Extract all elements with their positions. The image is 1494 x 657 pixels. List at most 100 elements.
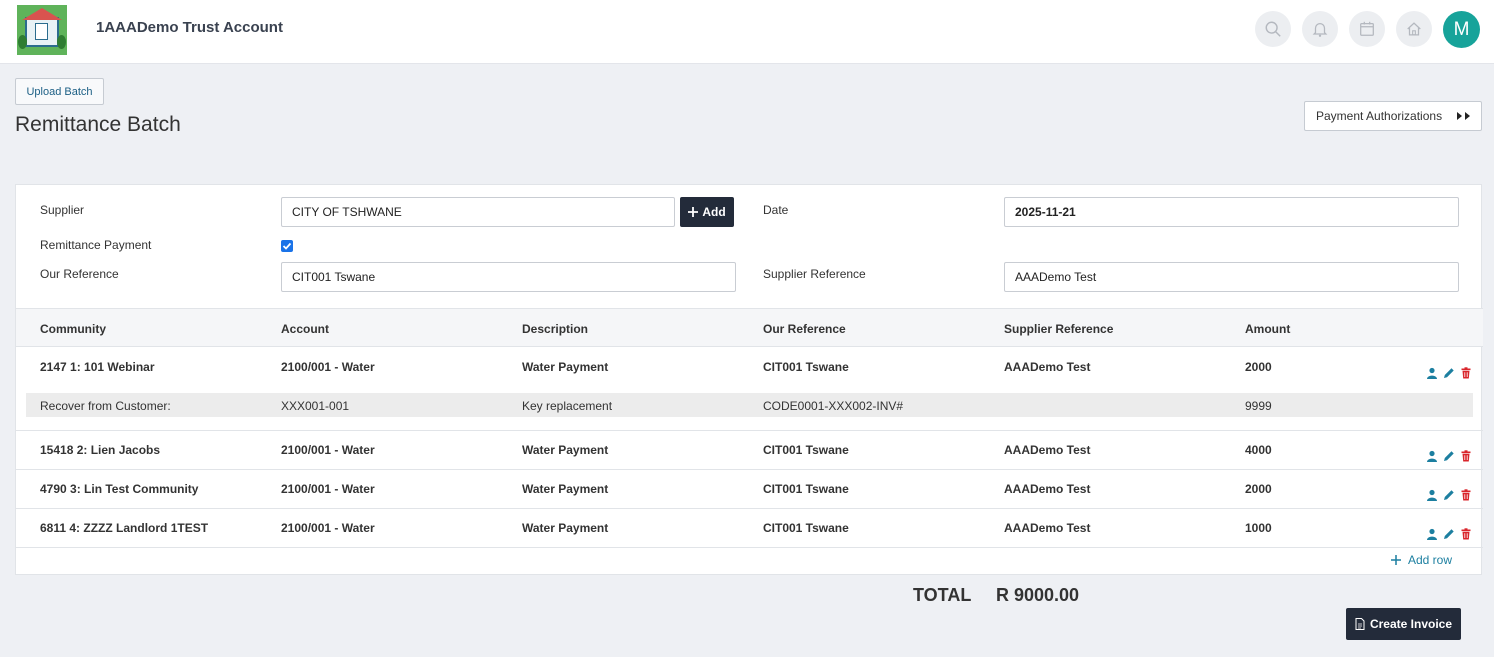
logo-document-shape bbox=[35, 23, 48, 40]
our-reference-cell: CIT001 Tswane bbox=[763, 443, 849, 457]
supplier-label: Supplier bbox=[40, 203, 85, 217]
remittance-payment-label: Remittance Payment bbox=[40, 238, 152, 252]
document-icon bbox=[1355, 618, 1365, 630]
row-actions bbox=[1426, 528, 1472, 540]
column-header: Supplier Reference bbox=[1004, 322, 1114, 336]
supplier-reference-label: Supplier Reference bbox=[763, 267, 866, 281]
our-reference-cell: CIT001 Tswane bbox=[763, 360, 849, 374]
row-actions bbox=[1426, 367, 1472, 379]
bell-icon bbox=[1312, 22, 1328, 37]
assign-customer-icon[interactable] bbox=[1426, 450, 1438, 462]
logo-leaf-shape bbox=[18, 35, 27, 49]
description-cell: Water Payment bbox=[522, 482, 609, 496]
top-bar: 1AAADemo Trust Account M bbox=[0, 0, 1494, 64]
home-button[interactable] bbox=[1396, 11, 1432, 47]
delete-trash-icon[interactable] bbox=[1460, 367, 1472, 379]
account-cell: 2100/001 - Water bbox=[281, 360, 375, 374]
calendar-icon bbox=[1360, 21, 1374, 36]
date-input[interactable]: 2025-11-21 bbox=[1004, 197, 1459, 227]
app-logo[interactable] bbox=[17, 5, 67, 55]
search-button[interactable] bbox=[1255, 11, 1291, 47]
supplier-reference-cell: AAADemo Test bbox=[1004, 443, 1091, 457]
account-cell: 2100/001 - Water bbox=[281, 521, 375, 535]
logo-leaf-shape bbox=[57, 35, 66, 49]
our-reference-label: Our Reference bbox=[40, 267, 119, 281]
delete-trash-icon[interactable] bbox=[1460, 528, 1472, 540]
calendar-button[interactable] bbox=[1349, 11, 1385, 47]
column-header: Account bbox=[281, 322, 329, 336]
page-title: Remittance Batch bbox=[15, 113, 181, 136]
supplier-reference-cell: AAADemo Test bbox=[1004, 360, 1091, 374]
plus-icon bbox=[1391, 555, 1401, 565]
app-title: 1AAADemo Trust Account bbox=[96, 19, 283, 36]
payment-authorizations-label: Payment Authorizations bbox=[1316, 109, 1443, 123]
row-actions bbox=[1426, 489, 1472, 501]
recover-label: Recover from Customer: bbox=[40, 399, 171, 413]
total-value: R 9000.00 bbox=[996, 585, 1080, 605]
add-row-label: Add row bbox=[1408, 553, 1453, 567]
community-cell: 2147 1: 101 Webinar bbox=[40, 360, 155, 374]
description-cell: Water Payment bbox=[522, 360, 609, 374]
add-supplier-label: Add bbox=[702, 205, 726, 219]
recover-description-cell: Key replacement bbox=[522, 399, 613, 413]
community-cell: 4790 3: Lin Test Community bbox=[40, 482, 199, 496]
assign-customer-icon[interactable] bbox=[1426, 528, 1438, 540]
assign-customer-icon[interactable] bbox=[1426, 489, 1438, 501]
supplier-input[interactable]: CITY OF TSHWANE bbox=[281, 197, 675, 227]
remittance-card: Supplier CITY OF TSHWANE Add Date 2025-1… bbox=[15, 184, 1483, 575]
column-header: Description bbox=[522, 322, 589, 336]
edit-pencil-icon[interactable] bbox=[1443, 450, 1455, 462]
edit-pencil-icon[interactable] bbox=[1443, 489, 1455, 501]
user-avatar[interactable]: M bbox=[1443, 11, 1480, 48]
recover-account-cell: XXX001-001 bbox=[281, 399, 350, 413]
description-cell: Water Payment bbox=[522, 443, 609, 457]
column-header: Community bbox=[40, 322, 106, 336]
amount-cell: 4000 bbox=[1245, 443, 1272, 457]
our-reference-cell: CIT001 Tswane bbox=[763, 521, 849, 535]
upload-batch-button[interactable]: Upload Batch bbox=[15, 78, 104, 105]
edit-pencil-icon[interactable] bbox=[1443, 528, 1455, 540]
date-label: Date bbox=[763, 203, 789, 217]
checkmark-icon bbox=[282, 242, 292, 250]
row-divider bbox=[16, 547, 1483, 548]
supplier-reference-input[interactable]: AAADemo Test bbox=[1004, 262, 1459, 292]
double-caret-right-icon bbox=[1457, 112, 1470, 120]
account-cell: 2100/001 - Water bbox=[281, 482, 375, 496]
add-supplier-button[interactable]: Add bbox=[680, 197, 734, 227]
our-reference-cell: CIT001 Tswane bbox=[763, 482, 849, 496]
community-cell: 6811 4: ZZZZ Landlord 1TEST bbox=[40, 521, 209, 535]
amount-cell: 2000 bbox=[1245, 482, 1272, 496]
total-label: TOTAL bbox=[913, 585, 972, 605]
row-divider bbox=[16, 469, 1483, 470]
row-divider bbox=[16, 430, 1483, 431]
search-icon bbox=[1265, 21, 1281, 37]
recover-amount-cell: 9999 bbox=[1245, 399, 1272, 413]
amount-cell: 1000 bbox=[1245, 521, 1272, 535]
row-divider bbox=[16, 508, 1483, 509]
delete-trash-icon[interactable] bbox=[1460, 450, 1472, 462]
supplier-reference-cell: AAADemo Test bbox=[1004, 521, 1091, 535]
assign-customer-icon[interactable] bbox=[1426, 367, 1438, 379]
description-cell: Water Payment bbox=[522, 521, 609, 535]
edit-pencil-icon[interactable] bbox=[1443, 367, 1455, 379]
table-header: Community Account Description Our Refere… bbox=[16, 308, 1483, 347]
delete-trash-icon[interactable] bbox=[1460, 489, 1472, 501]
logo-roof-shape bbox=[22, 8, 62, 20]
row-actions bbox=[1426, 450, 1472, 462]
account-cell: 2100/001 - Water bbox=[281, 443, 375, 457]
home-icon bbox=[1407, 22, 1421, 36]
plus-icon bbox=[688, 207, 699, 217]
amount-cell: 2000 bbox=[1245, 360, 1272, 374]
create-invoice-label: Create Invoice bbox=[1369, 617, 1453, 631]
supplier-reference-cell: AAADemo Test bbox=[1004, 482, 1091, 496]
column-header: Amount bbox=[1245, 322, 1291, 336]
add-row-button[interactable]: Add row bbox=[1391, 553, 1452, 567]
our-reference-input[interactable]: CIT001 Tswane bbox=[281, 262, 736, 292]
column-header: Our Reference bbox=[763, 322, 846, 336]
recover-reference-cell: CODE0001-XXX002-INV# bbox=[763, 399, 904, 413]
notifications-button[interactable] bbox=[1302, 11, 1338, 47]
remittance-payment-checkbox[interactable] bbox=[281, 240, 293, 252]
community-cell: 15418 2: Lien Jacobs bbox=[40, 443, 161, 457]
payment-authorizations-button[interactable]: Payment Authorizations bbox=[1304, 101, 1482, 131]
create-invoice-button[interactable]: Create Invoice bbox=[1346, 608, 1461, 640]
